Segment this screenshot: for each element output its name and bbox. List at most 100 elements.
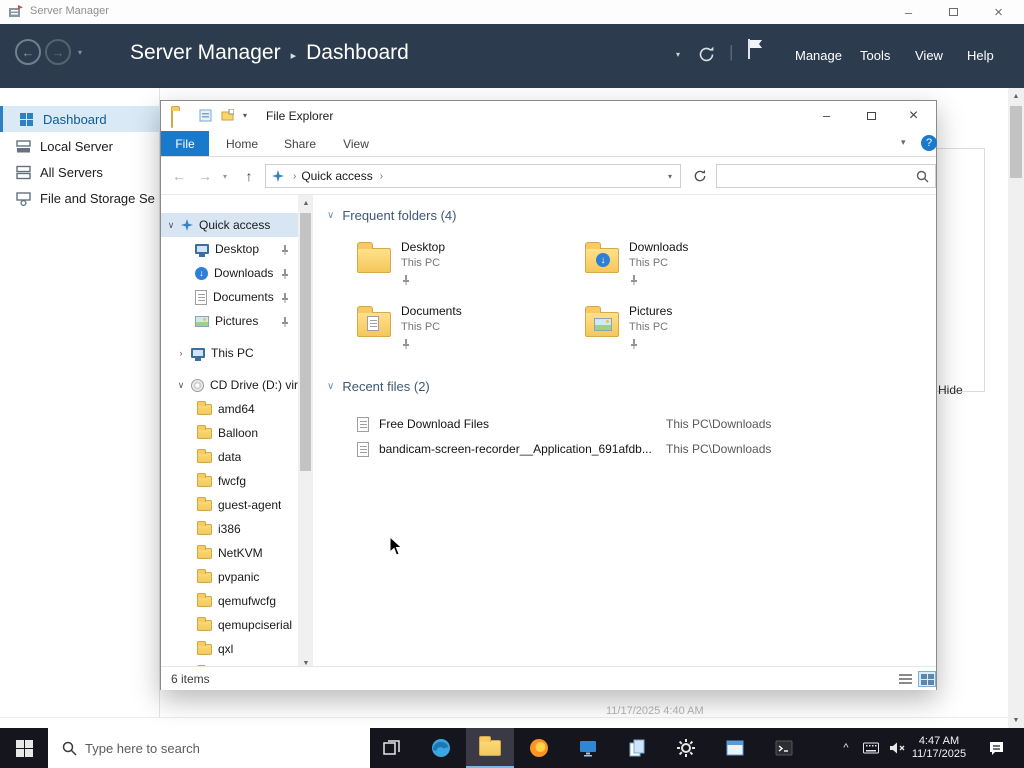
nav-item-folder[interactable]: qxl: [161, 637, 298, 661]
address-bar[interactable]: › Quick access › ▾: [265, 164, 681, 188]
tray-volume-button[interactable]: [884, 728, 910, 768]
menu-help[interactable]: Help: [967, 48, 994, 63]
tray-expand-button[interactable]: ^: [834, 728, 858, 768]
taskbar-window-app-button[interactable]: [711, 728, 759, 768]
explorer-close-button[interactable]: ×: [891, 101, 936, 130]
tile-pictures[interactable]: Pictures This PC: [585, 303, 797, 359]
header-caret[interactable]: ▾: [676, 50, 680, 59]
nav-item-folder[interactable]: NetKVM: [161, 541, 298, 565]
back-button[interactable]: ←: [15, 39, 41, 65]
nav-item-this-pc[interactable]: › This PC: [161, 341, 298, 365]
recent-locations-caret[interactable]: ▾: [218, 157, 232, 195]
windows-logo-icon: [15, 739, 33, 757]
up-button[interactable]: ↑: [237, 157, 261, 195]
tile-desktop[interactable]: Desktop This PC: [357, 239, 569, 295]
recent-file-row[interactable]: bandicam-screen-recorder__Application_69…: [357, 437, 935, 461]
help-button[interactable]: ?: [921, 135, 937, 151]
scroll-up-icon[interactable]: ▲: [298, 195, 314, 211]
tile-documents[interactable]: Documents This PC: [357, 303, 569, 359]
expander-icon[interactable]: ›: [175, 348, 187, 358]
crumb-chevron-icon[interactable]: ›: [380, 171, 383, 182]
nav-item-pictures[interactable]: Pictures: [161, 309, 298, 333]
nav-item-folder[interactable]: qemupciserial: [161, 613, 298, 637]
qat-new-folder-icon[interactable]: [221, 108, 235, 127]
explorer-refresh-button[interactable]: [688, 157, 712, 195]
action-center-button[interactable]: [976, 728, 1016, 768]
view-details-button[interactable]: [896, 671, 914, 687]
main-scrollbar[interactable]: ▲ ▼: [1008, 88, 1024, 728]
nav-item-desktop[interactable]: Desktop: [161, 237, 298, 261]
taskbar-clock[interactable]: 4:47 AM 11/17/2025: [908, 735, 970, 761]
explorer-back-button[interactable]: ←: [167, 157, 191, 195]
forward-button[interactable]: →: [45, 39, 71, 65]
start-button[interactable]: [0, 728, 48, 768]
ribbon-expand-caret[interactable]: ▾: [901, 137, 906, 148]
nav-item-cd-drive[interactable]: ∨ CD Drive (D:) virtio: [161, 373, 298, 397]
taskbar-documents-app-button[interactable]: [613, 728, 661, 768]
taskbar-settings-button[interactable]: [662, 728, 710, 768]
nav-history-caret[interactable]: ▾: [78, 48, 82, 57]
tab-share[interactable]: Share: [272, 131, 328, 156]
nav-item-folder[interactable]: data: [161, 445, 298, 469]
nav-item-folder[interactable]: guest-agent: [161, 493, 298, 517]
scrollbar-thumb[interactable]: [1010, 106, 1022, 178]
menu-manage[interactable]: Manage: [795, 48, 842, 63]
taskbar-edge-button[interactable]: [417, 728, 465, 768]
nav-item-folder[interactable]: amd64: [161, 397, 298, 421]
nav-item-folder[interactable]: qemufwcfg: [161, 589, 298, 613]
nav-item-folder[interactable]: fwcfg: [161, 469, 298, 493]
sidebar-item-dashboard[interactable]: Dashboard: [0, 106, 160, 132]
minimize-button[interactable]: –: [886, 1, 931, 23]
explorer-forward-button[interactable]: →: [193, 157, 217, 195]
tab-view[interactable]: View: [328, 131, 384, 156]
nav-scrollbar[interactable]: ▲ ▼: [298, 195, 313, 671]
sidebar-item-file-storage[interactable]: File and Storage Se: [0, 185, 160, 211]
taskbar-search-input[interactable]: [85, 740, 325, 756]
nav-scrollbar-thumb[interactable]: [300, 213, 311, 471]
recent-file-row[interactable]: Free Download Files This PC\Downloads: [357, 412, 935, 436]
maximize-button[interactable]: [931, 1, 976, 23]
taskbar-search[interactable]: [48, 728, 370, 768]
tray-keyboard-button[interactable]: [858, 728, 884, 768]
menu-view[interactable]: View: [915, 48, 943, 63]
menu-tools[interactable]: Tools: [860, 48, 890, 63]
taskbar-explorer-button[interactable]: [466, 728, 514, 768]
close-button[interactable]: ×: [976, 1, 1021, 23]
nav-item-folder[interactable]: pvpanic: [161, 565, 298, 589]
view-large-icons-button[interactable]: [918, 671, 936, 687]
search-box[interactable]: [716, 164, 936, 188]
file-explorer-icon: [479, 736, 501, 756]
breadcrumb-app[interactable]: Server Manager: [130, 41, 281, 65]
expander-icon[interactable]: ∨: [175, 380, 187, 391]
tab-file[interactable]: File: [161, 131, 209, 156]
task-view-button[interactable]: [368, 728, 416, 768]
nav-item-quick-access[interactable]: ∨ Quick access: [161, 213, 298, 237]
expander-icon[interactable]: ∨: [165, 220, 177, 231]
scroll-up-icon[interactable]: ▲: [1008, 88, 1024, 104]
explorer-minimize-button[interactable]: –: [804, 101, 849, 130]
qat-properties-icon[interactable]: [199, 109, 212, 127]
sidebar-item-local-server[interactable]: Local Server: [0, 133, 160, 159]
search-input[interactable]: [723, 169, 913, 183]
nav-item-folder[interactable]: Balloon: [161, 421, 298, 445]
taskbar-terminal-button[interactable]: [760, 728, 808, 768]
sidebar-item-all-servers[interactable]: All Servers: [0, 159, 160, 185]
notification-flag-button[interactable]: [746, 38, 764, 65]
screen: Server Manager – × ← → ▾ Server Manager …: [0, 0, 1024, 768]
explorer-maximize-button[interactable]: [849, 101, 894, 130]
nav-item-documents[interactable]: Documents: [161, 285, 298, 309]
taskbar-monitor-app-button[interactable]: [564, 728, 612, 768]
nav-item-downloads[interactable]: ↓ Downloads: [161, 261, 298, 285]
tab-home[interactable]: Home: [214, 131, 270, 156]
section-recent-files[interactable]: ∨ Recent files (2): [327, 379, 430, 394]
nav-item-folder[interactable]: i386: [161, 517, 298, 541]
address-crumb[interactable]: Quick access: [301, 169, 372, 183]
address-caret[interactable]: ▾: [668, 172, 672, 181]
taskbar-firefox-button[interactable]: [515, 728, 563, 768]
refresh-button[interactable]: [697, 45, 716, 69]
qat-caret[interactable]: ▾: [243, 111, 247, 120]
hide-link[interactable]: Hide: [938, 383, 963, 397]
section-frequent-folders[interactable]: ∨ Frequent folders (4): [327, 208, 457, 223]
scroll-down-icon[interactable]: ▼: [1008, 712, 1024, 728]
tile-downloads[interactable]: ↓ Downloads This PC: [585, 239, 797, 295]
